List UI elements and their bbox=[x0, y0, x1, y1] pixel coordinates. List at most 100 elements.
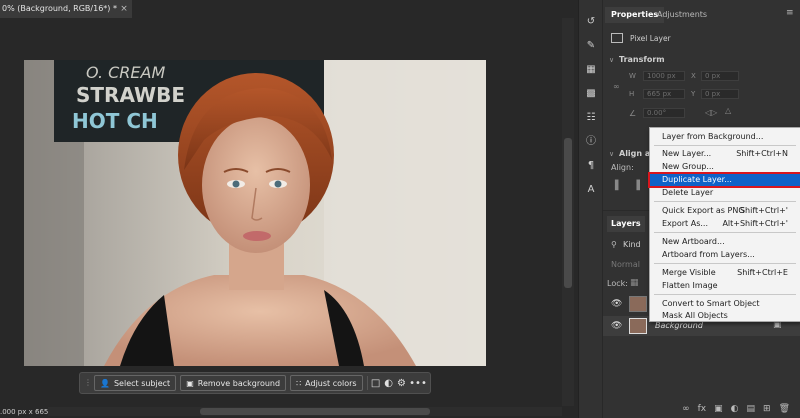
vertical-scroll-thumb[interactable] bbox=[564, 138, 572, 288]
transform-icon[interactable]: □ bbox=[371, 375, 380, 391]
grip-icon[interactable]: ⋮⋮ bbox=[84, 376, 100, 390]
contrast-icon[interactable]: ◐ bbox=[384, 375, 393, 391]
panel-menu-icon[interactable]: ≡ bbox=[786, 8, 794, 18]
history-icon[interactable]: ↺ bbox=[583, 14, 599, 30]
paragraph-icon[interactable]: ¶ bbox=[583, 158, 599, 174]
person-icon: 👤 bbox=[100, 378, 110, 388]
document-tab[interactable]: 0% (Background, RGB/16*) * bbox=[0, 0, 132, 18]
layer-name[interactable]: Background bbox=[655, 321, 703, 330]
menu-item-merge-visible[interactable]: Merge Visible Shift+Ctrl+E bbox=[650, 267, 800, 279]
info-icon[interactable]: ⓘ bbox=[583, 134, 599, 150]
align-left-icon[interactable]: ▌ bbox=[615, 181, 622, 191]
y-field[interactable]: 0 px bbox=[701, 89, 739, 99]
select-subject-button[interactable]: 👤 Select subject bbox=[94, 375, 177, 391]
fx-icon[interactable]: fx bbox=[698, 404, 707, 418]
align-center-icon[interactable]: ▐ bbox=[633, 181, 640, 191]
x-label: X bbox=[691, 72, 696, 80]
panel-icon-column: ↺ ✎ ▦ ▩ ☷ ⓘ ¶ A bbox=[578, 0, 602, 418]
layer-context-menu: Layer from Background... New Layer... Shi… bbox=[648, 127, 800, 322]
remove-background-label: Remove background bbox=[197, 378, 281, 388]
contextual-task-bar: ⋮⋮ 👤 Select subject ▣ Remove background … bbox=[79, 372, 431, 394]
new-group-icon[interactable]: ▤ bbox=[747, 404, 756, 418]
height-field[interactable]: 665 px bbox=[643, 89, 685, 99]
menu-item-layer-from-background[interactable]: Layer from Background... bbox=[650, 131, 800, 143]
image-icon: ▣ bbox=[186, 378, 194, 388]
layer-thumbnail bbox=[629, 318, 647, 334]
new-layer-icon[interactable]: ⊞ bbox=[763, 404, 771, 418]
sign-line-3: HOT CH bbox=[72, 109, 158, 133]
menu-item-label: Convert to Smart Object bbox=[662, 299, 760, 308]
link-icon[interactable]: ∞ bbox=[613, 82, 620, 91]
lock-label: Lock: bbox=[607, 279, 628, 288]
swatch-icon[interactable]: ▦ bbox=[583, 62, 599, 78]
menu-item-duplicate-layer[interactable]: Duplicate Layer... bbox=[648, 172, 800, 188]
menu-item-label: Layer from Background... bbox=[662, 132, 764, 141]
gradient-icon[interactable]: ▩ bbox=[583, 86, 599, 102]
remove-background-button[interactable]: ▣ Remove background bbox=[180, 375, 287, 391]
pattern-icon[interactable]: ☷ bbox=[583, 110, 599, 126]
menu-item-mask-all-objects[interactable]: Mask All Objects bbox=[650, 310, 800, 322]
adjust-colors-label: Adjust colors bbox=[305, 378, 357, 388]
menu-item-new-group[interactable]: New Group... bbox=[650, 161, 800, 173]
menu-item-label: Delete Layer bbox=[662, 188, 714, 197]
sign-line-2: STRAWBE bbox=[76, 83, 185, 107]
flip-vertical-icon[interactable]: △ bbox=[725, 106, 731, 115]
menu-item-label: Flatten Image bbox=[662, 281, 718, 290]
adjust-colors-button[interactable]: ∷ Adjust colors bbox=[290, 375, 363, 391]
menu-item-label: Export As... bbox=[662, 219, 708, 228]
menu-divider bbox=[654, 201, 796, 202]
chevron-down-icon[interactable]: ∨ bbox=[609, 56, 614, 64]
eye-icon[interactable]: 👁 bbox=[611, 321, 622, 331]
width-field[interactable]: 1000 px bbox=[643, 71, 685, 81]
tab-layers[interactable]: Layers bbox=[607, 216, 645, 232]
menu-item-new-layer[interactable]: New Layer... Shift+Ctrl+N bbox=[650, 148, 800, 160]
h-label: H bbox=[629, 90, 635, 98]
link-layers-icon[interactable]: ∞ bbox=[682, 404, 690, 418]
brush-icon[interactable]: ✎ bbox=[583, 38, 599, 54]
vertical-scrollbar[interactable] bbox=[562, 18, 574, 406]
select-subject-label: Select subject bbox=[113, 378, 171, 388]
document-tab-title: 0% (Background, RGB/16*) * bbox=[2, 4, 117, 13]
tab-adjustments[interactable]: Adjustments bbox=[651, 7, 713, 23]
menu-item-shortcut: Shift+Ctrl+N bbox=[736, 149, 788, 158]
menu-item-artboard-from-layers[interactable]: Artboard from Layers... bbox=[650, 249, 800, 261]
add-mask-icon[interactable]: ▣ bbox=[714, 404, 723, 418]
lock-transparency-icon[interactable]: ▦ bbox=[630, 278, 639, 288]
menu-item-quick-export[interactable]: Quick Export as PNG Shift+Ctrl+' bbox=[650, 205, 800, 217]
menu-item-export-as[interactable]: Export As... Alt+Shift+Ctrl+' bbox=[650, 218, 800, 230]
menu-divider bbox=[654, 232, 796, 233]
character-icon[interactable]: A bbox=[583, 182, 599, 198]
menu-item-convert-smart-object[interactable]: Convert to Smart Object bbox=[650, 298, 800, 310]
angle-field[interactable]: 0.00° bbox=[643, 108, 685, 118]
menu-item-label: Duplicate Layer... bbox=[662, 175, 732, 184]
adjustment-layer-icon[interactable]: ◐ bbox=[731, 404, 739, 418]
transform-title: Transform bbox=[619, 55, 665, 64]
menu-item-label: New Layer... bbox=[662, 149, 712, 158]
x-field[interactable]: 0 px bbox=[701, 71, 739, 81]
align-label: Align: bbox=[611, 163, 634, 172]
menu-item-shortcut: Shift+Ctrl+' bbox=[739, 206, 788, 215]
mask-icon[interactable]: ⚙ bbox=[397, 375, 406, 391]
menu-item-label: Quick Export as PNG bbox=[662, 206, 745, 215]
menu-item-flatten-image[interactable]: Flatten Image bbox=[650, 280, 800, 292]
kind-filter[interactable]: Kind bbox=[623, 240, 641, 249]
blend-mode-select[interactable]: Normal bbox=[611, 260, 640, 269]
horizontal-scroll-thumb[interactable] bbox=[200, 408, 430, 415]
menu-item-shortcut: Alt+Shift+Ctrl+' bbox=[722, 219, 788, 228]
flip-horizontal-icon[interactable]: ◁▷ bbox=[705, 108, 717, 117]
chevron-down-icon[interactable]: ∨ bbox=[609, 150, 614, 158]
menu-item-new-artboard[interactable]: New Artboard... bbox=[650, 236, 800, 248]
y-label: Y bbox=[691, 90, 696, 98]
canvas-image[interactable]: O. CREAM STRAWBE HOT CH bbox=[24, 60, 486, 366]
menu-item-label: Mask All Objects bbox=[662, 311, 728, 320]
menu-item-delete-layer[interactable]: Delete Layer bbox=[650, 187, 800, 199]
layer-type-label: Pixel Layer bbox=[630, 34, 671, 43]
layers-footer: ∞ fx ▣ ◐ ▤ ⊞ 🗑 bbox=[603, 404, 800, 418]
menu-item-shortcut: Shift+Ctrl+E bbox=[737, 268, 788, 277]
angle-icon: ∠ bbox=[629, 109, 637, 118]
eye-icon[interactable]: 👁 bbox=[611, 299, 622, 309]
more-icon[interactable]: ••• bbox=[409, 375, 427, 391]
close-icon[interactable]: × bbox=[118, 0, 130, 18]
trash-icon[interactable]: 🗑 bbox=[779, 404, 790, 418]
search-icon: ⚲ bbox=[611, 240, 617, 249]
